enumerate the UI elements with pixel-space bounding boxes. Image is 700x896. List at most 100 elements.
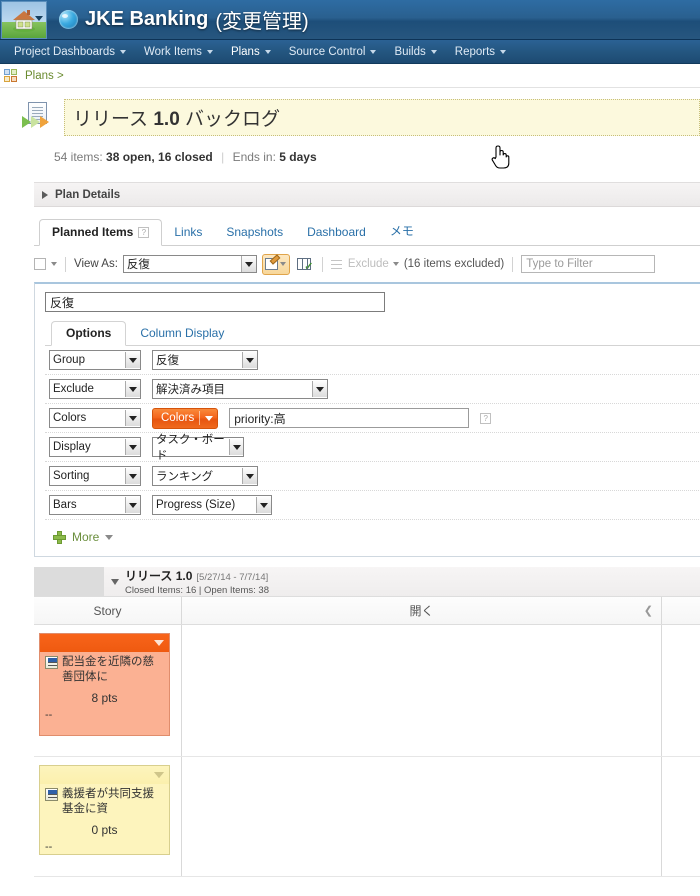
cell-open-1[interactable] — [182, 625, 662, 756]
sorting-key-label: Sorting — [53, 470, 90, 482]
grid-icon[interactable] — [4, 69, 17, 82]
group-title: リリース 1.0 — [125, 569, 193, 583]
exclude-value-label: 解決済み項目 — [156, 384, 225, 396]
chevron-down-icon — [125, 381, 140, 397]
group-value-label: 反復 — [156, 355, 179, 367]
divider — [65, 256, 66, 272]
home-button[interactable] — [1, 0, 47, 39]
plus-icon — [53, 530, 66, 544]
card-title-row: 配当金を近隣の慈善団体に — [45, 655, 164, 685]
app-name: JKE Banking — [85, 8, 209, 30]
plan-title-row: リリース 1.0 バックログ — [22, 99, 700, 136]
exclude-key-select[interactable]: Exclude — [49, 379, 141, 399]
more-options-button[interactable]: More — [45, 520, 700, 546]
plan-ends-label: Ends in: — [232, 150, 276, 164]
display-key-select[interactable]: Display — [49, 437, 141, 457]
menu-item-project-dashboards[interactable]: Project Dashboards — [6, 43, 134, 61]
exclude-value-select[interactable]: 解決済み項目 — [152, 379, 328, 399]
chevron-down-icon — [242, 468, 257, 484]
plan-details-section-header[interactable]: Plan Details — [34, 182, 700, 207]
colors-button[interactable]: Colors — [152, 407, 219, 429]
help-icon[interactable]: ? — [480, 412, 492, 424]
work-item-card[interactable]: 義援者が共同支援基金に資 0 pts -- — [39, 765, 170, 855]
chevron-down-icon — [370, 49, 377, 54]
chevron-down-icon[interactable] — [154, 640, 164, 646]
home-dropdown-arrow-icon[interactable] — [35, 15, 43, 21]
chevron-down-icon — [206, 49, 213, 54]
group-value-select[interactable]: 反復 — [152, 350, 258, 370]
group-key-label: Group — [53, 354, 85, 366]
column-header-story[interactable]: Story — [34, 597, 182, 624]
task-board: リリース 1.0 [5/27/14 - 7/7/14] Closed Items:… — [34, 567, 700, 877]
menu-item-reports[interactable]: Reports — [447, 43, 514, 61]
edit-plan-button[interactable] — [261, 253, 290, 275]
tab-strip: Planned Items ? Links Snapshots Dashboar… — [34, 219, 700, 246]
more-label: More — [72, 530, 100, 544]
sorting-value-select[interactable]: ランキング — [152, 466, 258, 486]
menu-item-plans[interactable]: Plans — [223, 43, 279, 61]
colors-key-select[interactable]: Colors — [49, 408, 141, 428]
plan-title-prefix: リリース — [73, 109, 154, 130]
select-all-dropdown-icon[interactable] — [51, 262, 57, 266]
group-header-spacer — [34, 567, 104, 596]
chevron-down-icon — [242, 352, 257, 368]
colors-button-label: Colors — [161, 412, 195, 424]
story-icon — [45, 656, 58, 669]
column-display-button[interactable]: ✓ — [295, 255, 314, 274]
collapse-triangle-icon[interactable] — [111, 578, 119, 585]
chevron-down-icon[interactable] — [154, 772, 164, 778]
tab-links[interactable]: Links — [162, 220, 214, 245]
tab-planned-items[interactable]: Planned Items ? — [39, 219, 163, 246]
exclude-icon — [330, 258, 344, 270]
board-group-header[interactable]: リリース 1.0 [5/27/14 - 7/7/14] Closed Items:… — [34, 567, 700, 597]
story-icon — [45, 788, 58, 801]
items-toolbar: View As: 反復 ✓ Exclude (16 items excluded… — [34, 252, 700, 276]
menu-label: Project Dashboards — [14, 45, 115, 58]
separator: | — [221, 150, 225, 164]
option-row-sorting: Sorting ランキング — [45, 462, 700, 491]
bars-key-select[interactable]: Bars — [49, 495, 141, 515]
tab-label: Dashboard — [307, 225, 366, 239]
plan-title-field[interactable]: リリース 1.0 バックログ — [64, 99, 700, 136]
exclude-label: Exclude — [347, 258, 389, 270]
chevron-down-icon — [280, 262, 287, 266]
bars-value-select[interactable]: Progress (Size) — [152, 495, 272, 515]
chevron-down-icon — [205, 415, 214, 421]
breadcrumb-link-plans[interactable]: Plans > — [25, 70, 64, 82]
option-row-colors: Colors Colors priority:高 ? — [45, 404, 700, 433]
subtab-column-display[interactable]: Column Display — [126, 322, 238, 345]
card-title: 配当金を近隣の慈善団体に — [62, 656, 154, 683]
group-key-select[interactable]: Group — [49, 350, 141, 370]
display-value-select[interactable]: タスク・ボード — [152, 434, 244, 462]
tab-snapshots[interactable]: Snapshots — [214, 220, 295, 245]
select-all-checkbox[interactable] — [34, 258, 46, 270]
menu-item-builds[interactable]: Builds — [386, 43, 444, 61]
cell-open-2[interactable] — [182, 757, 662, 876]
menu-label: Builds — [394, 45, 426, 58]
menu-item-source-control[interactable]: Source Control — [281, 43, 385, 61]
column-header-open[interactable]: 開く ❮ — [182, 597, 662, 624]
display-key-label: Display — [53, 441, 91, 453]
board-column-headers: Story 開く ❮ — [34, 597, 700, 625]
tab-dashboard[interactable]: Dashboard — [295, 220, 378, 245]
home-icon — [13, 9, 35, 32]
exclude-button[interactable]: Exclude — [330, 258, 399, 270]
view-as-select[interactable]: 反復 — [122, 255, 257, 273]
tab-memo[interactable]: メモ — [378, 217, 426, 245]
filter-input[interactable]: Type to Filter — [521, 255, 656, 273]
chevron-down-icon — [125, 352, 140, 368]
help-icon[interactable]: ? — [138, 226, 150, 238]
menu-label: Work Items — [144, 45, 202, 58]
menu-label: Plans — [230, 45, 260, 58]
group-header-content: リリース 1.0 [5/27/14 - 7/7/14] Closed Items:… — [104, 567, 700, 596]
work-item-card[interactable]: 配当金を近隣の慈善団体に 8 pts -- — [39, 633, 170, 736]
plan-title-suffix: バックログ — [179, 109, 281, 130]
divider — [321, 256, 323, 272]
sorting-key-select[interactable]: Sorting — [49, 466, 141, 486]
menu-item-work-items[interactable]: Work Items — [136, 43, 221, 61]
colors-expression-input[interactable]: priority:高 — [229, 408, 470, 428]
view-name-input[interactable]: 反復 — [45, 292, 385, 312]
chevron-left-icon[interactable]: ❮ — [644, 604, 653, 617]
display-value-label: タスク・ボード — [156, 434, 225, 462]
subtab-options[interactable]: Options — [51, 321, 127, 346]
